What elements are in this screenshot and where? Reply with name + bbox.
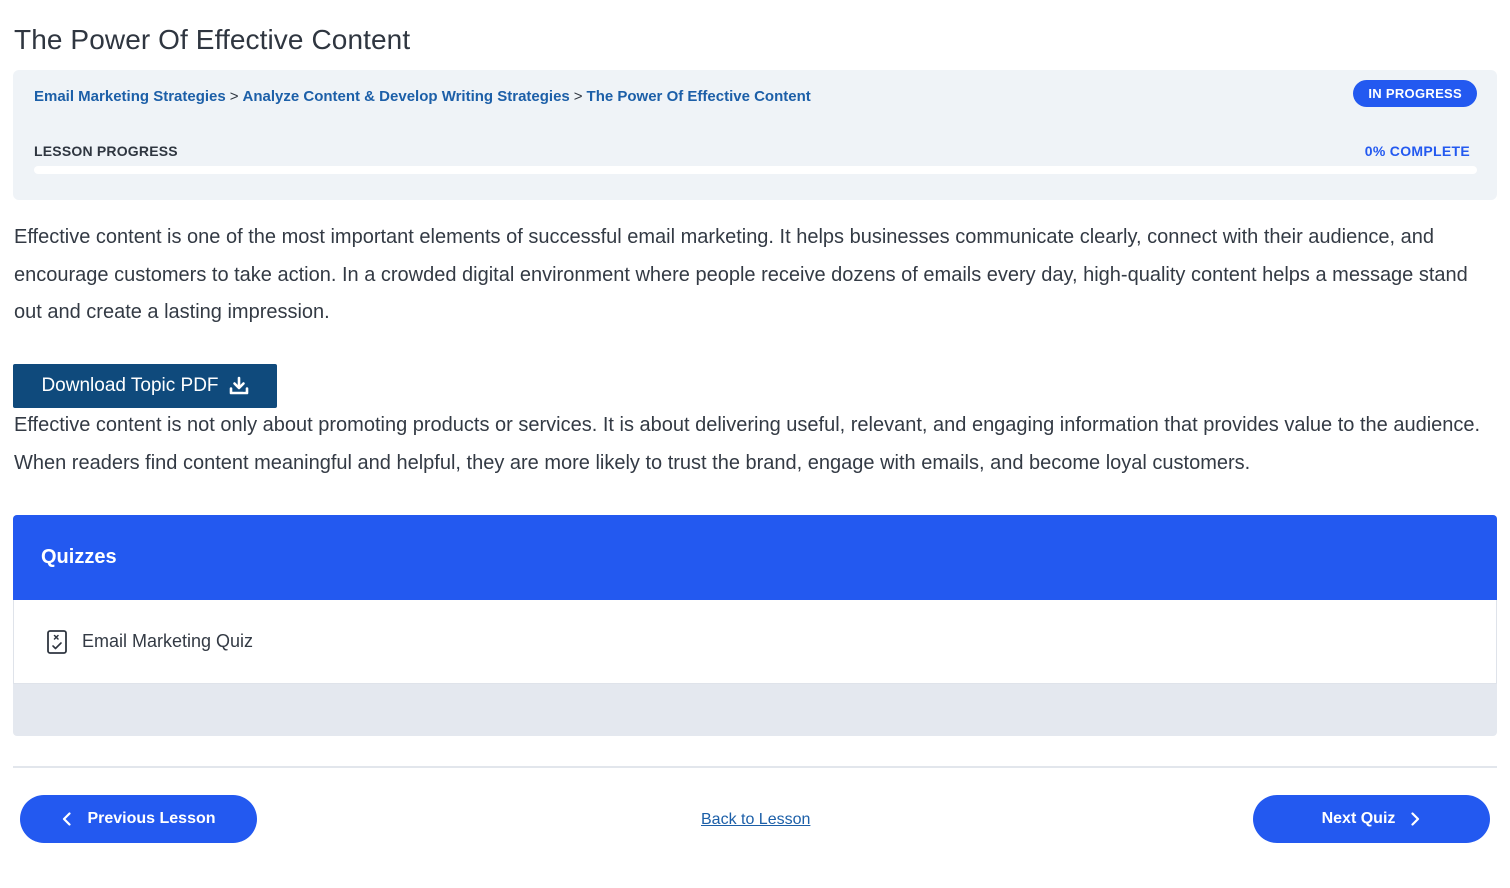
back-to-lesson-link[interactable]: Back to Lesson: [701, 811, 810, 829]
quiz-item-label: Email Marketing Quiz: [82, 631, 254, 651]
next-quiz-label: Next Quiz: [1321, 810, 1396, 827]
page-title: The Power Of Effective Content: [14, 24, 411, 55]
next-quiz-button[interactable]: Next Quiz: [1253, 795, 1490, 843]
download-icon: [229, 376, 248, 395]
content-paragraph-1: Effective content is one of the most imp…: [14, 226, 1468, 323]
progress-bar: [34, 166, 1477, 174]
quizzes-heading: Quizzes: [13, 515, 1497, 600]
progress-percent: 0% COMPLETE: [1364, 143, 1470, 159]
previous-lesson-label: Previous Lesson: [87, 810, 216, 827]
breadcrumb-item-lesson[interactable]: Analyze Content & Develop Writing Strate…: [243, 88, 570, 105]
breadcrumb: Email Marketing Strategies > Analyze Conte…: [34, 88, 811, 105]
breadcrumb-separator: >: [229, 88, 239, 105]
quiz-list-item[interactable]: Email Marketing Quiz: [13, 600, 1497, 684]
content-paragraph-2: Effective content is not only about prom…: [14, 414, 1481, 474]
chevron-right-icon: [1411, 812, 1420, 826]
divider: [13, 766, 1497, 768]
download-pdf-label: Download Topic PDF: [41, 375, 219, 396]
download-pdf-button[interactable]: Download Topic PDF: [13, 364, 277, 408]
quiz-clipboard-icon: [47, 629, 67, 654]
breadcrumb-item-course[interactable]: Email Marketing Strategies: [34, 88, 226, 105]
quizzes-panel: Quizzes Email Marketing Quiz: [13, 515, 1497, 736]
lesson-header-box: Email Marketing Strategies > Analyze Conte…: [13, 70, 1497, 200]
status-badge: IN PROGRESS: [1353, 80, 1477, 107]
breadcrumb-separator: >: [573, 88, 583, 105]
previous-lesson-button[interactable]: Previous Lesson: [20, 795, 257, 843]
chevron-left-icon: [63, 812, 72, 826]
progress-label: LESSON PROGRESS: [34, 143, 178, 159]
breadcrumb-item-topic[interactable]: The Power Of Effective Content: [587, 88, 811, 105]
